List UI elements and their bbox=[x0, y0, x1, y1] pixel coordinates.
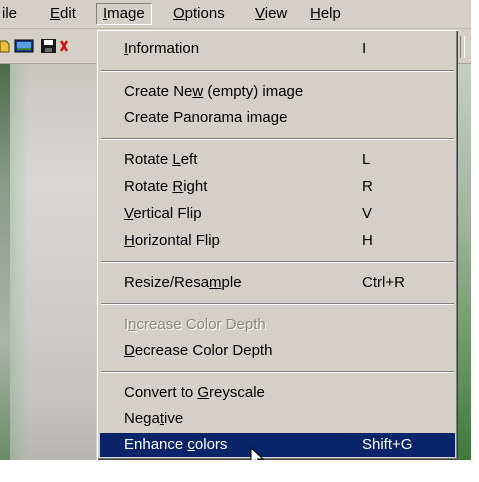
menu-separator bbox=[101, 70, 454, 72]
menu-item-rotate-right[interactable]: Rotate Right R bbox=[100, 175, 455, 199]
menu-separator bbox=[101, 261, 454, 263]
menu-item-increase-color-depth: Increase Color Depth bbox=[124, 316, 266, 333]
menu-item-horizontal-flip[interactable]: Horizontal Flip H bbox=[100, 229, 455, 253]
close-icon[interactable] bbox=[60, 38, 68, 54]
menu-item-decrease-color-depth[interactable]: Decrease Color Depth bbox=[100, 339, 455, 363]
menu-separator bbox=[101, 303, 454, 305]
menu-file[interactable]: ile bbox=[0, 4, 23, 24]
menu-bar: ile Edit Image Options View Help bbox=[0, 0, 471, 29]
menu-item-create-panorama[interactable]: Create Panorama image bbox=[100, 106, 455, 130]
outer-margin bbox=[0, 460, 479, 482]
menu-item-rotate-left[interactable]: Rotate Left L bbox=[100, 148, 455, 172]
menu-image[interactable]: Image bbox=[96, 3, 152, 25]
image-menu-dropdown: Information I Create New (empty) image C… bbox=[96, 29, 458, 460]
menu-help[interactable]: Help bbox=[304, 4, 347, 24]
menu-item-enhance-colors[interactable]: Enhance colors Shift+G bbox=[100, 433, 455, 457]
menu-separator bbox=[101, 371, 454, 373]
menu-separator bbox=[101, 138, 454, 140]
toolbar-separator bbox=[460, 36, 465, 58]
menu-item-convert-greyscale[interactable]: Convert to Greyscale bbox=[100, 381, 455, 405]
menu-options[interactable]: Options bbox=[167, 4, 231, 24]
thumbnail-icon[interactable] bbox=[14, 38, 34, 54]
menu-item-information[interactable]: Information I bbox=[100, 37, 455, 61]
menu-item-resize-resample[interactable]: Resize/Resample Ctrl+R bbox=[100, 271, 455, 295]
mouse-pointer-icon bbox=[250, 447, 264, 460]
menu-item-vertical-flip[interactable]: Vertical Flip V bbox=[100, 202, 455, 226]
app-window: ile Edit Image Options View Help Informa… bbox=[0, 0, 471, 460]
save-icon[interactable] bbox=[40, 38, 58, 54]
menu-item-create-new-image[interactable]: Create New (empty) image bbox=[100, 80, 455, 104]
outer-margin bbox=[471, 0, 479, 482]
open-icon[interactable] bbox=[0, 38, 10, 54]
menu-view[interactable]: View bbox=[249, 4, 293, 24]
menu-item-negative[interactable]: Negative bbox=[100, 407, 455, 431]
menu-edit[interactable]: Edit bbox=[44, 4, 82, 24]
